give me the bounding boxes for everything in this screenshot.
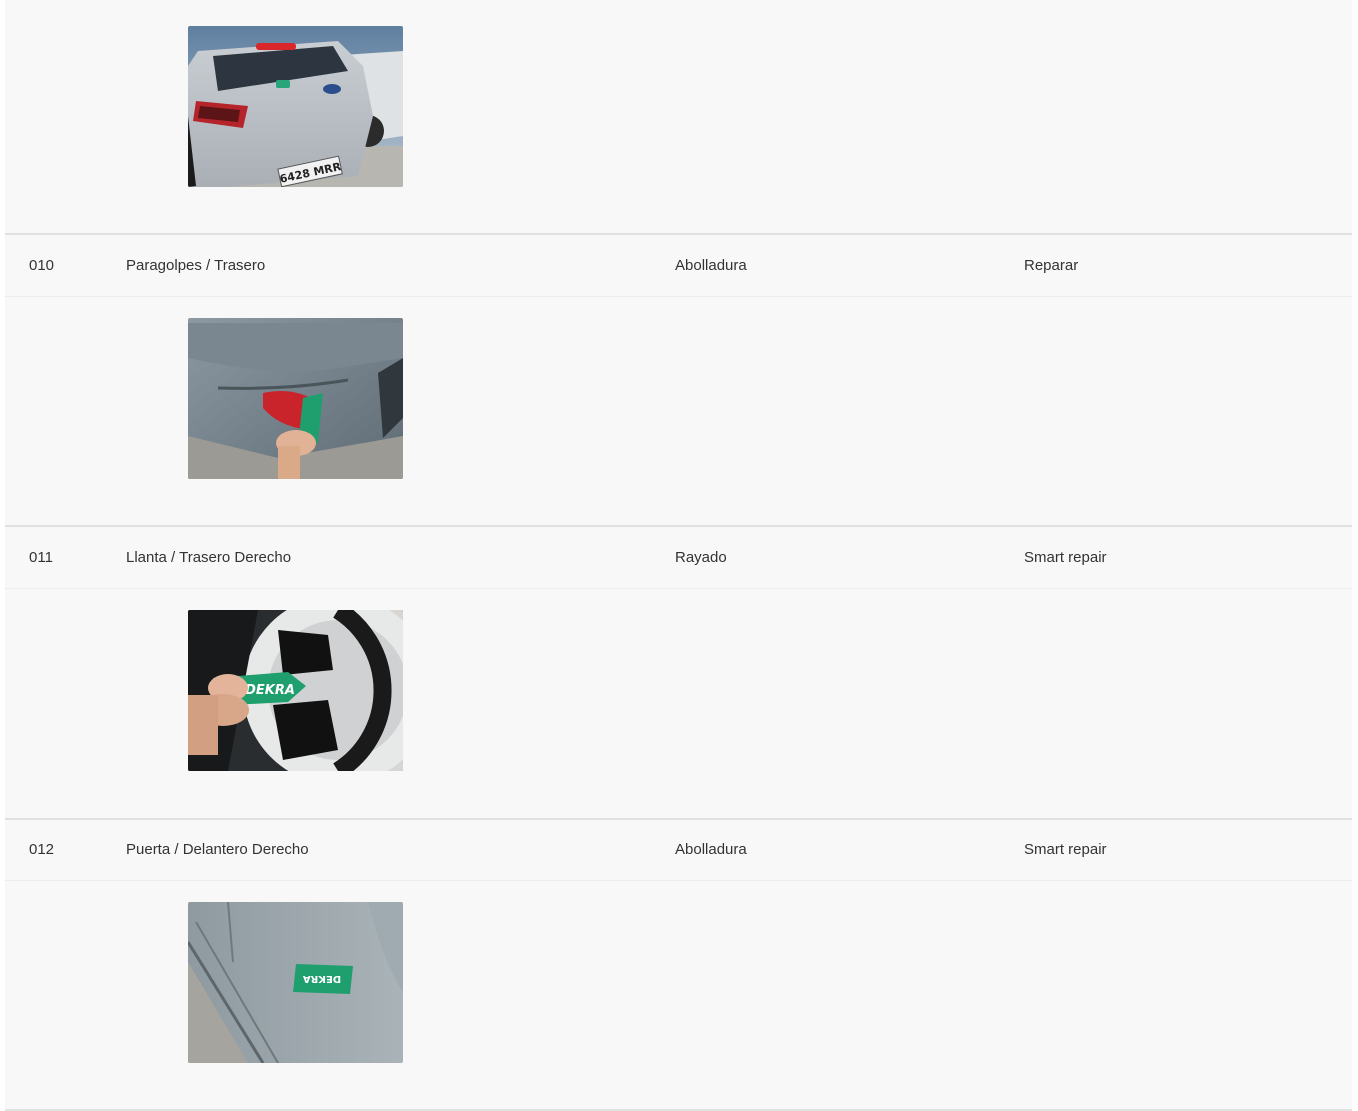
photo-band: DEKRA	[5, 881, 1352, 1109]
door-illustration: DEKRA	[188, 902, 403, 1063]
damage-row[interactable]: 011 Llanta / Trasero Derecho Rayado Smar…	[5, 528, 1352, 589]
row-separator	[5, 233, 1352, 235]
damage-row[interactable]: 010 Paragolpes / Trasero Abolladura Repa…	[5, 236, 1352, 297]
damage-row[interactable]: 012 Puerta / Delantero Derecho Abolladur…	[5, 820, 1352, 881]
damage-part: Paragolpes / Trasero	[126, 257, 266, 274]
photo-band: DEKRA	[5, 589, 1352, 818]
damage-part: Llanta / Trasero Derecho	[126, 549, 292, 566]
damage-type: Abolladura	[675, 841, 747, 858]
rear-car-photo[interactable]: 6428 MRR	[188, 26, 403, 187]
damage-action: Smart repair	[1024, 841, 1107, 858]
damage-part: Puerta / Delantero Derecho	[126, 841, 309, 858]
damage-number: 012	[29, 841, 55, 858]
damage-number: 011	[29, 549, 53, 566]
tag-text: DEKRA	[245, 683, 295, 698]
damage-type: Abolladura	[675, 257, 747, 274]
door-photo[interactable]: DEKRA	[188, 902, 403, 1063]
wheel-photo[interactable]: DEKRA	[188, 610, 403, 771]
damage-action: Smart repair	[1024, 549, 1107, 566]
rear-car-illustration: 6428 MRR	[188, 26, 403, 187]
bumper-illustration	[188, 318, 403, 479]
damage-action: Reparar	[1024, 257, 1079, 274]
photo-band: 6428 MRR	[5, 0, 1352, 233]
damage-report-sheet: 6428 MRR 010 Paragolpes / Trasero Abolla…	[5, 0, 1352, 1111]
bumper-photo[interactable]	[188, 318, 403, 479]
damage-type: Rayado	[675, 549, 727, 566]
damage-number: 010	[29, 257, 55, 274]
row-separator	[5, 525, 1352, 527]
photo-band	[5, 297, 1352, 525]
tag-text: DEKRA	[303, 973, 342, 984]
wheel-illustration: DEKRA	[188, 610, 403, 771]
